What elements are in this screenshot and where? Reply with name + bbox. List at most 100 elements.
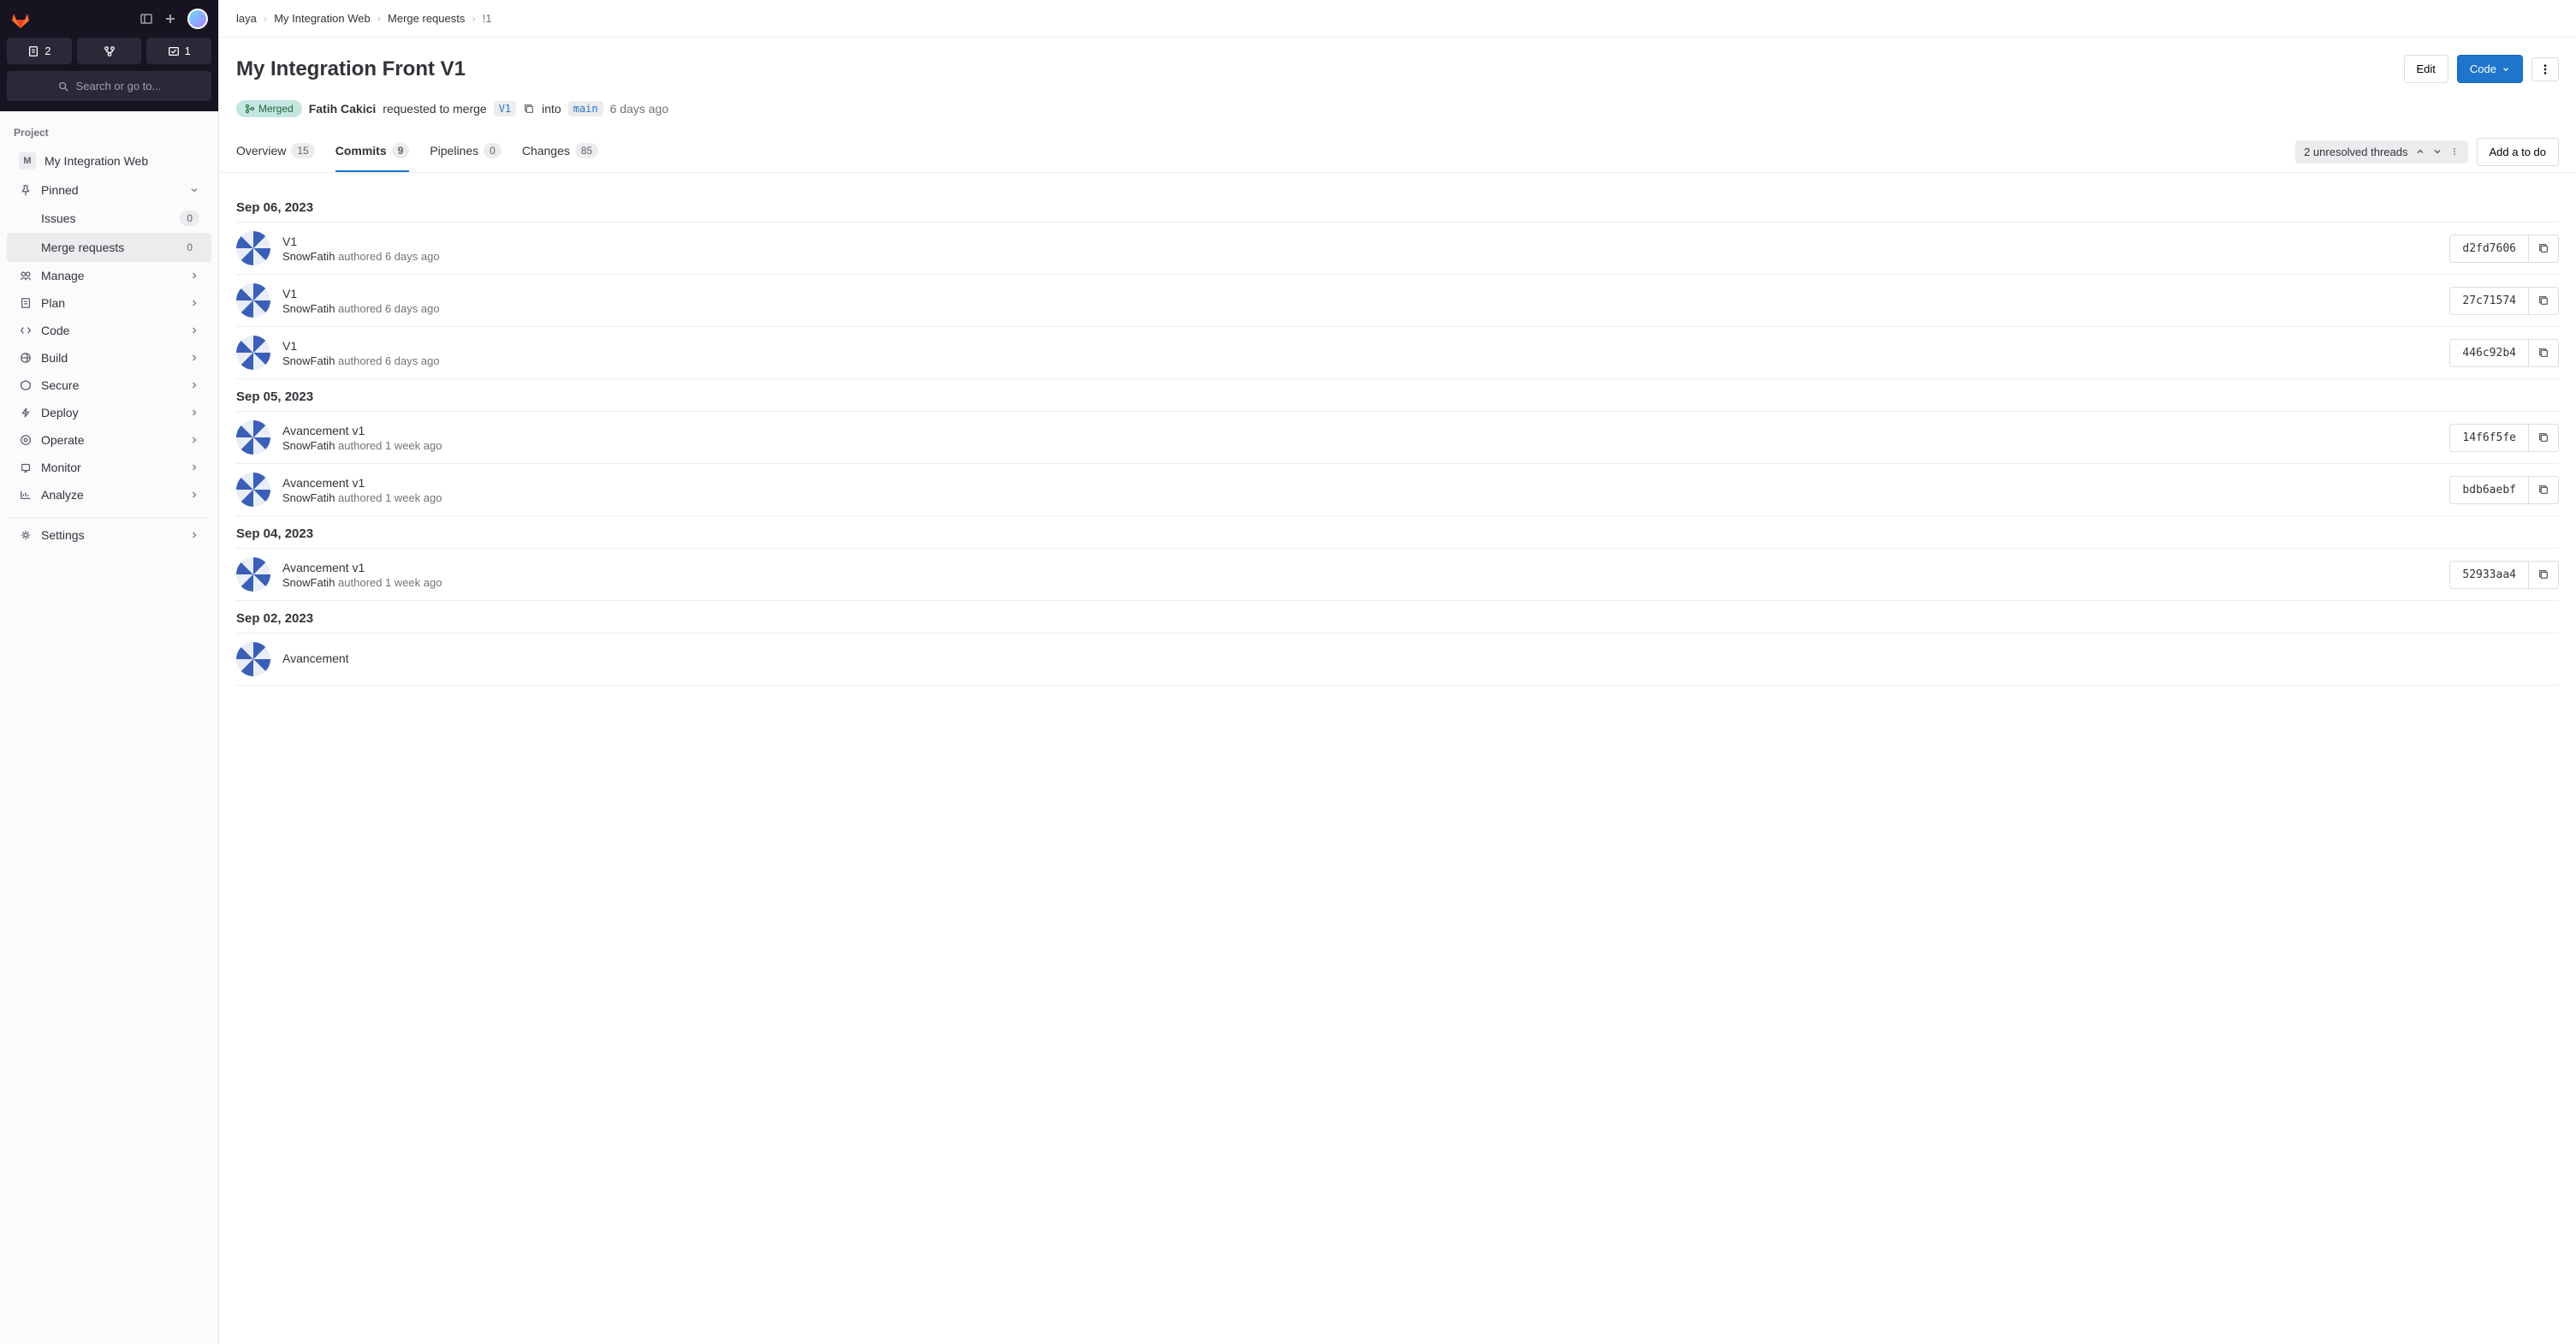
chevron-right-icon: › (264, 12, 267, 25)
page-header: My Integration Front V1 Edit Code (219, 38, 2576, 100)
more-icon[interactable] (2449, 146, 2460, 157)
commit-title[interactable]: Avancement v1 (282, 561, 2437, 574)
add-icon[interactable] (163, 12, 177, 26)
commit-title[interactable]: V1 (282, 235, 2437, 248)
commit-author[interactable]: SnowFatih (282, 576, 335, 589)
commit-title[interactable]: Avancement (282, 651, 2559, 665)
commit-meta: SnowFatih authored 1 week ago (282, 439, 2437, 452)
commit-sha-button[interactable]: d2fd7606 (2449, 235, 2529, 263)
commit-author-avatar[interactable] (236, 557, 270, 592)
commit-sha-button[interactable]: 27c71574 (2449, 287, 2529, 315)
commit-title[interactable]: V1 (282, 339, 2437, 353)
copy-sha-button[interactable] (2529, 476, 2559, 504)
commit-author[interactable]: SnowFatih (282, 250, 335, 263)
commit-title[interactable]: Avancement v1 (282, 476, 2437, 490)
add-todo-button[interactable]: Add a to do (2477, 138, 2560, 166)
chevron-down-icon[interactable] (2432, 146, 2442, 157)
commit-title[interactable]: Avancement v1 (282, 424, 2437, 437)
chevron-down-icon (189, 185, 199, 195)
sidebar-item-operate[interactable]: Operate (7, 426, 211, 454)
nav-icon (19, 461, 33, 474)
sidebar-item-issues[interactable]: Issues 0 (7, 204, 211, 233)
code-dropdown-button[interactable]: Code (2457, 55, 2523, 83)
sidebar-item-analyze[interactable]: Analyze (7, 481, 211, 508)
commit-author-avatar[interactable] (236, 473, 270, 507)
commit-sha-button[interactable]: 446c92b4 (2449, 339, 2529, 367)
commit-author[interactable]: SnowFatih (282, 302, 335, 315)
chevron-up-icon[interactable] (2415, 146, 2425, 157)
sidebar-item-settings[interactable]: Settings (7, 521, 211, 549)
commit-sha-button[interactable]: bdb6aebf (2449, 476, 2529, 504)
chevron-right-icon: › (472, 12, 475, 25)
chevron-right-icon: › (377, 12, 381, 25)
source-branch[interactable]: V1 (494, 101, 516, 116)
commit-author[interactable]: SnowFatih (282, 439, 335, 452)
commit-meta: SnowFatih authored 1 week ago (282, 491, 2437, 504)
breadcrumbs: laya › My Integration Web › Merge reques… (219, 0, 2576, 38)
status-row: Merged Fatih Cakici requested to merge V… (219, 100, 2576, 131)
sidebar-item-monitor[interactable]: Monitor (7, 454, 211, 481)
sidebar-item-build[interactable]: Build (7, 344, 211, 372)
chevron-right-icon (189, 435, 199, 445)
target-branch[interactable]: main (568, 101, 603, 116)
chevron-right-icon (189, 271, 199, 281)
nav-icon (19, 378, 33, 392)
unresolved-threads-pill[interactable]: 2 unresolved threads (2295, 140, 2467, 164)
main-content: laya › My Integration Web › Merge reques… (219, 0, 2576, 1344)
chevron-right-icon (189, 325, 199, 336)
commit-author-avatar[interactable] (236, 420, 270, 455)
sidebar-item-code[interactable]: Code (7, 317, 211, 344)
sidebar-item-manage[interactable]: Manage (7, 262, 211, 289)
user-avatar[interactable] (187, 9, 208, 29)
commit-row: V1 SnowFatih authored 6 days ago 27c71574 (236, 275, 2559, 327)
sidebar-item-secure[interactable]: Secure (7, 372, 211, 399)
copy-branch-icon[interactable] (523, 103, 535, 115)
mr-author[interactable]: Fatih Cakici (309, 102, 377, 116)
copy-sha-button[interactable] (2529, 424, 2559, 452)
sidebar-project-link[interactable]: M My Integration Web (7, 146, 211, 176)
commit-author[interactable]: SnowFatih (282, 491, 335, 504)
more-actions-button[interactable] (2531, 57, 2559, 81)
nav-icon (19, 406, 33, 419)
copy-sha-button[interactable] (2529, 339, 2559, 367)
collapse-sidebar-icon[interactable] (139, 12, 153, 26)
tab-pipelines[interactable]: Pipelines 0 (430, 131, 502, 172)
commit-author-avatar[interactable] (236, 642, 270, 676)
sidebar: 2 1 Search or go to... Project M My Inte… (0, 0, 219, 1344)
sidebar-item-merge-requests[interactable]: Merge requests 0 (7, 233, 211, 262)
chevron-right-icon (189, 530, 199, 540)
nav-icon (19, 488, 33, 502)
commit-meta: SnowFatih authored 6 days ago (282, 354, 2437, 367)
todos-button[interactable]: 2 (7, 38, 72, 64)
commit-author-avatar[interactable] (236, 336, 270, 370)
logo-icon[interactable] (10, 9, 31, 29)
commit-row: Avancement v1SnowFatih authored 1 week a… (236, 464, 2559, 516)
copy-sha-button[interactable] (2529, 235, 2559, 263)
commit-author[interactable]: SnowFatih (282, 354, 335, 367)
commit-meta: SnowFatih authored 1 week ago (282, 576, 2437, 589)
sidebar-item-deploy[interactable]: Deploy (7, 399, 211, 426)
commit-meta: SnowFatih authored 6 days ago (282, 302, 2437, 315)
tab-changes[interactable]: Changes 85 (522, 131, 598, 172)
copy-sha-button[interactable] (2529, 561, 2559, 589)
commit-author-avatar[interactable] (236, 283, 270, 318)
assigned-mrs-button[interactable] (77, 38, 142, 64)
breadcrumb-item[interactable]: laya (236, 12, 257, 25)
nav-icon (19, 433, 33, 447)
chevron-right-icon (189, 462, 199, 473)
breadcrumb-item[interactable]: My Integration Web (274, 12, 370, 25)
breadcrumb-item[interactable]: Merge requests (388, 12, 465, 25)
assigned-issues-button[interactable]: 1 (146, 38, 211, 64)
copy-sha-button[interactable] (2529, 287, 2559, 315)
sidebar-item-plan[interactable]: Plan (7, 289, 211, 317)
sidebar-pinned[interactable]: Pinned (7, 176, 211, 204)
commit-author-avatar[interactable] (236, 231, 270, 265)
tab-overview[interactable]: Overview 15 (236, 131, 315, 172)
commit-title[interactable]: V1 (282, 287, 2437, 300)
edit-button[interactable]: Edit (2404, 55, 2448, 83)
search-button[interactable]: Search or go to... (7, 71, 211, 101)
commit-sha-button[interactable]: 14f6f5fe (2449, 424, 2529, 452)
commit-sha-button[interactable]: 52933aa4 (2449, 561, 2529, 589)
tab-commits[interactable]: Commits 9 (335, 131, 410, 172)
commit-row: Avancement v1 SnowFatih authored 1 week a… (236, 549, 2559, 601)
